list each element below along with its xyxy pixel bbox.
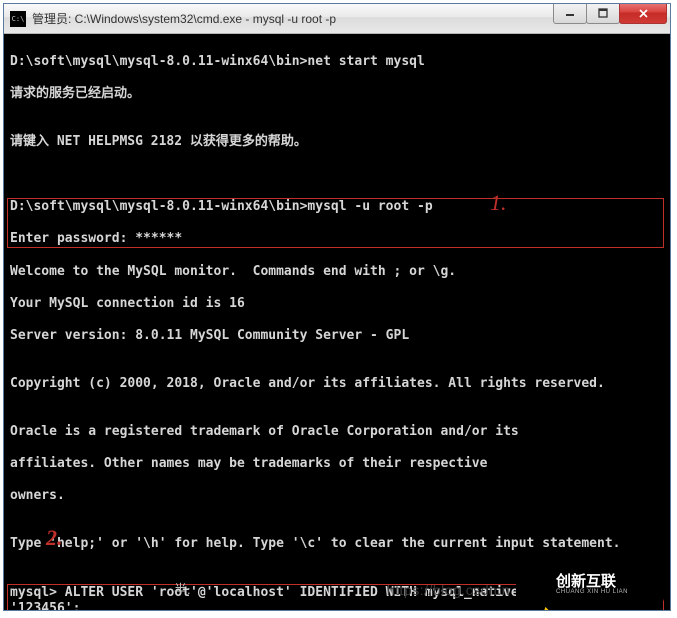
cmd-window: 管理员: C:\Windows\system32\cmd.exe - mysql… — [3, 3, 671, 611]
terminal-line: D:\soft\mysql\mysql-8.0.11-winx64\bin>ne… — [10, 54, 664, 70]
close-button[interactable] — [619, 4, 667, 24]
terminal-text: Type 'help;' or '\h' for help. Type '\c'… — [10, 536, 620, 551]
watermark-url: https://blog.csdn.n — [387, 582, 510, 598]
terminal-line: D:\soft\mysql\mysql-8.0.11-winx64\bin>my… — [10, 199, 661, 215]
annotation-1: 1. — [490, 195, 507, 211]
titlebar[interactable]: 管理员: C:\Windows\system32\cmd.exe - mysql… — [4, 4, 670, 34]
terminal-line: Oracle is a registered trademark of Orac… — [10, 424, 664, 440]
minimize-button[interactable] — [553, 4, 587, 24]
terminal-line: Enter password: ****** — [10, 231, 661, 247]
terminal-output[interactable]: D:\soft\mysql\mysql-8.0.11-winx64\bin>ne… — [4, 34, 670, 610]
annotation-2: 2. — [46, 530, 63, 546]
window-buttons — [554, 4, 667, 24]
maximize-button[interactable] — [586, 4, 620, 24]
terminal-line: Your MySQL connection id is 16 — [10, 296, 664, 312]
maximize-icon — [598, 8, 608, 18]
terminal-line: affiliates. Other names may be trademark… — [10, 456, 664, 472]
terminal-line: Welcome to the MySQL monitor. Commands e… — [10, 264, 664, 280]
terminal-line: 请键入 NET HELPMSG 2182 以获得更多的帮助。 — [10, 134, 664, 150]
terminal-line: Type 'help;' or '\h' for help. Type '\c'… — [10, 536, 664, 552]
close-icon — [638, 8, 649, 19]
terminal-line: Server version: 8.0.11 MySQL Community S… — [10, 328, 664, 344]
window-title: 管理员: C:\Windows\system32\cmd.exe - mysql… — [32, 10, 554, 27]
terminal-line: Copyright (c) 2000, 2018, Oracle and/or … — [10, 376, 664, 392]
logo-mark-icon — [524, 571, 550, 597]
annotation-box-1: D:\soft\mysql\mysql-8.0.11-winx64\bin>my… — [7, 198, 664, 248]
terminal-line: owners. — [10, 488, 664, 504]
terminal-line: 请求的服务已经启动。 — [10, 86, 664, 102]
watermark-fragment: 半: — [174, 582, 191, 598]
minimize-icon — [565, 8, 575, 18]
logo-badge: 创新互联 CHUANG XIN HU LIAN — [516, 564, 664, 604]
cmd-icon — [10, 11, 26, 27]
